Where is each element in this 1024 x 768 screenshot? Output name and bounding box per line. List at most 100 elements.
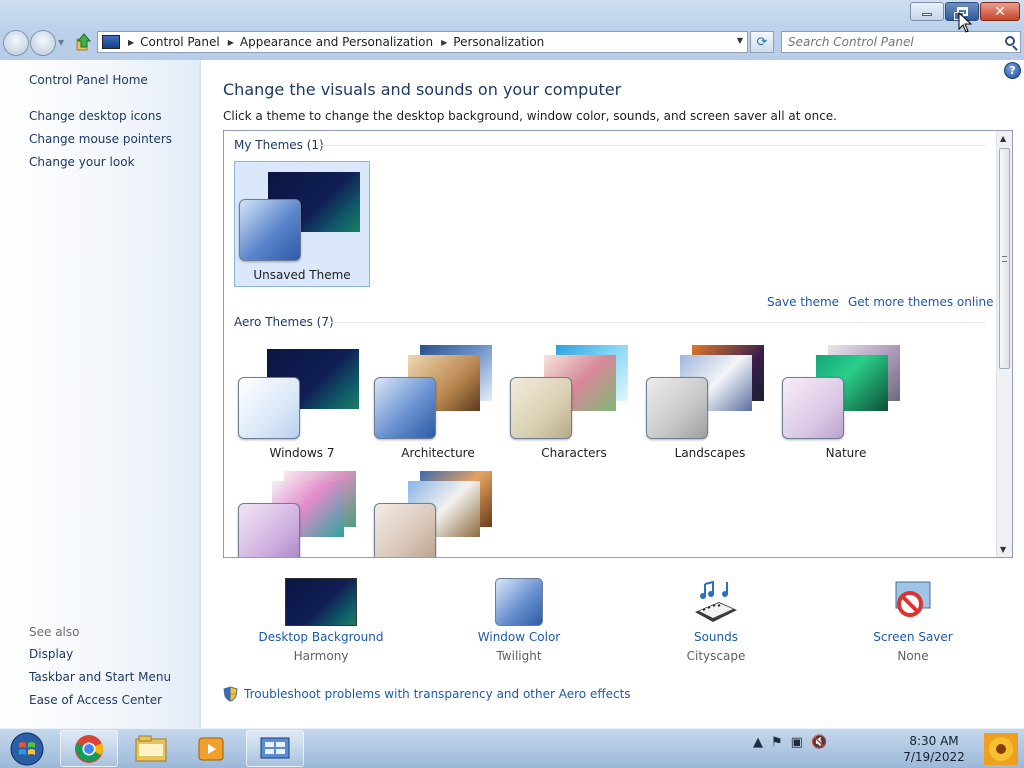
theme-name: Characters xyxy=(541,446,607,460)
change-mouse-pointers-link[interactable]: Change mouse pointers xyxy=(29,132,172,146)
title-bar: ✕ xyxy=(0,0,1024,28)
desktop-background-icon[interactable] xyxy=(285,578,357,626)
sounds-icon[interactable] xyxy=(691,578,741,626)
file-explorer-icon xyxy=(135,735,167,761)
theme-list[interactable]: My Themes (1) Unsaved Theme Save theme G… xyxy=(223,130,1013,558)
theme-name: Windows 7 xyxy=(269,446,335,460)
theme-tile-characters[interactable]: Characters xyxy=(506,341,642,467)
clock-date: 7/19/2022 xyxy=(903,750,965,764)
minimize-button[interactable] xyxy=(910,2,944,21)
chrome-icon xyxy=(75,734,103,763)
window-color-swatch xyxy=(782,377,844,439)
refresh-button[interactable]: ⟳ xyxy=(750,31,774,53)
taskbar-media-player[interactable] xyxy=(182,730,240,767)
theme-name: Unsaved Theme xyxy=(253,268,351,282)
tasks-pane: Control Panel Home Change desktop icons … xyxy=(0,60,200,728)
address-bar[interactable]: ▶ Control Panel ▶ Appearance and Persona… xyxy=(97,31,748,53)
help-icon[interactable]: ? xyxy=(1004,62,1021,79)
window-color-link[interactable]: Window Color xyxy=(444,630,594,644)
display-link[interactable]: Display xyxy=(29,647,73,661)
address-dropdown-icon[interactable]: ▼ xyxy=(737,36,743,45)
show-hidden-icons-icon[interactable]: ▲ xyxy=(753,735,763,750)
ease-of-access-link[interactable]: Ease of Access Center xyxy=(29,693,162,707)
grip-icon xyxy=(1002,256,1007,262)
theme-tile-nature[interactable]: Nature xyxy=(778,341,914,467)
taskbar-start-menu-link[interactable]: Taskbar and Start Menu xyxy=(29,670,171,684)
divider xyxy=(326,322,986,323)
screen-saver-setting[interactable]: Screen Saver None xyxy=(838,578,988,663)
screen-saver-value: None xyxy=(897,649,929,663)
troubleshoot-link[interactable]: Troubleshoot problems with transparency … xyxy=(223,686,631,702)
get-more-themes-link[interactable]: Get more themes online xyxy=(848,295,994,309)
forward-button[interactable] xyxy=(30,30,56,56)
window-color-icon[interactable] xyxy=(495,578,543,626)
close-button[interactable]: ✕ xyxy=(980,2,1020,21)
my-themes-heading: My Themes (1) xyxy=(234,138,324,152)
taskbar-clock[interactable]: 8:30 AM 7/19/2022 xyxy=(894,733,974,765)
network-icon[interactable]: ▣ xyxy=(791,735,803,750)
window-color-swatch xyxy=(374,503,436,557)
volume-muted-icon[interactable]: 🔇 xyxy=(811,735,827,750)
breadcrumb-personalization[interactable]: Personalization xyxy=(453,35,544,49)
theme-tile-unsaved[interactable]: Unsaved Theme xyxy=(234,161,370,287)
desktop-background-link[interactable]: Desktop Background xyxy=(246,630,396,644)
breadcrumb-control-panel[interactable]: Control Panel xyxy=(140,35,220,49)
clock-time: 8:30 AM xyxy=(909,734,959,748)
page-title: Change the visuals and sounds on your co… xyxy=(223,80,622,99)
theme-tile-architecture[interactable]: Architecture xyxy=(370,341,506,467)
taskbar-chrome[interactable] xyxy=(60,730,118,767)
theme-tile-landscapes[interactable]: Landscapes xyxy=(642,341,778,467)
desktop-background-setting[interactable]: Desktop Background Harmony xyxy=(246,578,396,663)
theme-name: Landscapes xyxy=(674,446,746,460)
change-your-look-link[interactable]: Change your look xyxy=(29,155,135,169)
save-theme-link[interactable]: Save theme xyxy=(767,295,839,309)
sounds-link[interactable]: Sounds xyxy=(641,630,791,644)
search-input[interactable] xyxy=(788,35,993,49)
window-color-setting[interactable]: Window Color Twilight xyxy=(444,578,594,663)
window-color-swatch xyxy=(510,377,572,439)
taskbar-explorer[interactable] xyxy=(122,730,180,767)
breadcrumb-arrow-icon[interactable]: ▶ xyxy=(441,38,447,47)
screen-saver-icon[interactable] xyxy=(888,578,938,626)
action-center-flag-icon[interactable]: ⚑ xyxy=(771,735,783,750)
search-icon[interactable] xyxy=(1005,36,1015,46)
theme-tile-scenes[interactable] xyxy=(234,467,370,557)
show-desktop-button[interactable] xyxy=(974,729,1024,768)
breadcrumb-arrow-icon[interactable]: ▶ xyxy=(128,38,134,47)
breadcrumb-appearance[interactable]: Appearance and Personalization xyxy=(240,35,433,49)
breadcrumb-arrow-icon[interactable]: ▶ xyxy=(228,38,234,47)
theme-list-scrollbar[interactable]: ▲ ▼ xyxy=(996,131,1012,557)
change-desktop-icons-link[interactable]: Change desktop icons xyxy=(29,109,162,123)
theme-tile-united-states[interactable] xyxy=(370,467,506,557)
scroll-up-icon[interactable]: ▲ xyxy=(1000,134,1006,143)
start-button[interactable] xyxy=(4,731,50,767)
up-arrow-icon[interactable] xyxy=(76,33,92,51)
control-panel-home-link[interactable]: Control Panel Home xyxy=(29,73,148,87)
refresh-icon: ⟳ xyxy=(756,34,768,50)
media-player-icon xyxy=(198,737,224,760)
scrollbar-thumb[interactable] xyxy=(999,148,1010,369)
window-color-value: Twilight xyxy=(496,649,542,663)
user-flower-icon xyxy=(984,733,1018,765)
sounds-setting[interactable]: Sounds Cityscape xyxy=(641,578,791,663)
control-panel-icon xyxy=(102,35,120,49)
theme-name: Nature xyxy=(825,446,867,460)
troubleshoot-label[interactable]: Troubleshoot problems with transparency … xyxy=(244,687,631,701)
taskbar: ▲ ⚑ ▣ 🔇 8:30 AM 7/19/2022 xyxy=(0,728,1024,768)
screen-saver-link[interactable]: Screen Saver xyxy=(838,630,988,644)
window-color-swatch xyxy=(238,503,300,557)
minimize-icon xyxy=(922,13,932,16)
divider xyxy=(316,145,986,146)
theme-name: Architecture xyxy=(401,446,475,460)
desktop-background-value: Harmony xyxy=(293,649,349,663)
scroll-down-icon[interactable]: ▼ xyxy=(1000,545,1006,554)
control-panel-icon xyxy=(260,737,290,758)
theme-tile-windows7[interactable]: Windows 7 xyxy=(234,341,370,467)
recent-pages-dropdown-icon[interactable]: ▼ xyxy=(58,38,64,47)
back-button[interactable] xyxy=(3,30,29,56)
window-color-swatch xyxy=(374,377,436,439)
search-box[interactable] xyxy=(781,31,1021,53)
close-icon: ✕ xyxy=(994,3,1006,20)
mouse-cursor-icon xyxy=(958,12,972,33)
taskbar-control-panel[interactable] xyxy=(246,730,304,767)
